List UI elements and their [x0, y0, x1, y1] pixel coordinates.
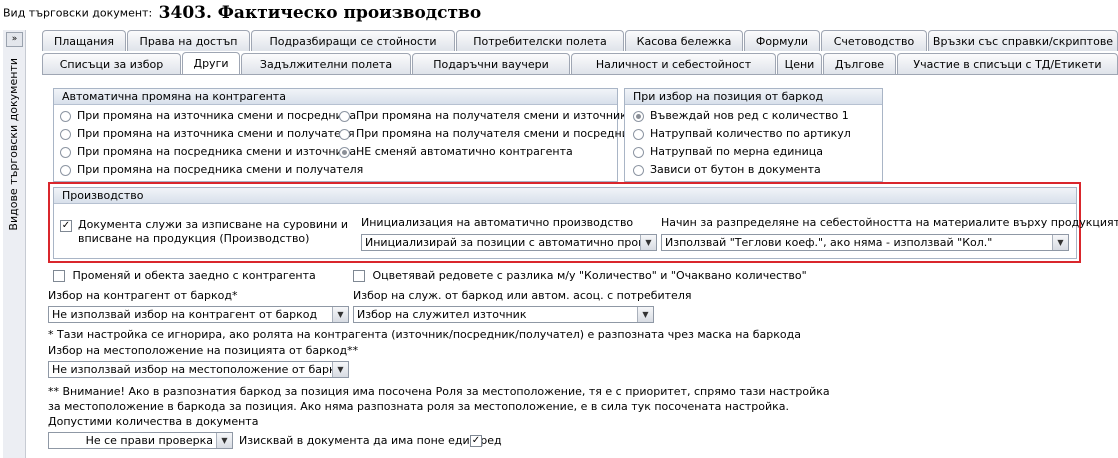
radio-receiver-change-intermediary[interactable]: При промяна на получателя смени и посред… — [339, 127, 642, 141]
document-type-label: Вид търговски документ: — [3, 6, 153, 20]
radio-icon[interactable] — [60, 164, 71, 176]
ignore-note: * Тази настройка се игнорира, ако ролята… — [48, 328, 801, 341]
radio-accumulate-by-unit[interactable]: Натрупвай по мерна единица — [633, 145, 823, 159]
document-header: Вид търговски документ: 3403. Фактическо… — [3, 3, 481, 25]
chevron-down-icon[interactable]: ▼ — [640, 235, 656, 250]
cost-distribution-select[interactable]: Използвай "Теглови коеф.", ако няма - из… — [661, 234, 1069, 251]
production-checkbox-label-1: Документа служи за изписване на суровини… — [78, 218, 348, 231]
radio-icon[interactable] — [633, 164, 644, 176]
location-barcode-select[interactable]: Не използвай избор на местоположение от … — [48, 361, 349, 378]
tab-required-fields[interactable]: Задължителни полета — [241, 53, 411, 74]
chevron-down-icon[interactable]: ▼ — [216, 433, 232, 448]
chevron-down-icon[interactable]: ▼ — [332, 362, 348, 377]
colorize-rows-checkbox[interactable] — [353, 270, 365, 282]
radio-receiver-change-source[interactable]: При промяна на получателя смени и източн… — [339, 109, 634, 123]
warning-line-1: ** Внимание! Ако в разпознатия баркод за… — [48, 385, 830, 398]
barcode-contractor-label: Избор на контрагент от баркод* — [48, 289, 238, 302]
tab-report-links[interactable]: Връзки със справки/скриптове — [928, 30, 1118, 51]
page-title: 3403. Фактическо производство — [158, 3, 482, 23]
employee-barcode-label: Избор на служ. от баркод или автом. асоц… — [353, 289, 692, 302]
group-header: Производство — [54, 188, 1076, 204]
allowed-quantities-select[interactable]: Не се прави проверка ▼ — [48, 432, 233, 449]
radio-no-auto-change[interactable]: НЕ сменяй автоматично контрагента — [339, 145, 573, 159]
radio-icon[interactable] — [633, 146, 644, 158]
tab-user-fields[interactable]: Потребителски полета — [456, 30, 624, 51]
radio-intermediary-change-source[interactable]: При промяна на посредника смени и източн… — [60, 145, 356, 159]
production-checkbox[interactable]: ✓ — [60, 220, 72, 232]
group-header: При избор на позиция от баркод — [625, 89, 882, 105]
document-types-sidebar[interactable]: » Видове търговски документи — [3, 30, 26, 458]
chevron-down-icon[interactable]: ▼ — [332, 307, 348, 322]
production-checkbox-label-2: вписване на продукция (Производство) — [78, 232, 310, 245]
cost-distribution-label: Начин за разпределяне на себестойността … — [661, 216, 1118, 229]
tab-gift-vouchers[interactable]: Подаръчни ваучери — [412, 53, 570, 74]
chevron-down-icon[interactable]: ▼ — [1052, 235, 1068, 250]
tab-prices[interactable]: Цени — [777, 53, 822, 74]
radio-source-change-receiver[interactable]: При промяна на източника смени и получат… — [60, 127, 355, 141]
barcode-contractor-select[interactable]: Не използвай избор на контрагент от барк… — [48, 306, 349, 323]
auto-production-init-label: Инициализация на автоматично производств… — [361, 216, 634, 229]
radio-icon[interactable] — [633, 128, 644, 140]
tab-cash-receipt[interactable]: Касова бележка — [625, 30, 743, 51]
change-object-checkbox[interactable] — [53, 270, 65, 282]
tab-selection-lists[interactable]: Списъци за избор — [42, 53, 181, 74]
radio-accumulate-by-item[interactable]: Натрупвай количество по артикул — [633, 127, 851, 141]
radio-new-row-qty-1[interactable]: Въвеждай нов ред с количество 1 — [633, 109, 849, 123]
radio-icon[interactable] — [339, 128, 350, 140]
tab-access-rights[interactable]: Права на достъп — [127, 30, 250, 51]
colorize-rows-row[interactable]: Оцветявай редовете с разлика м/у "Количе… — [353, 269, 807, 283]
allowed-quantities-label: Допустими количества в документа — [48, 415, 259, 428]
tab-default-values[interactable]: Подразбиращи се стойности — [251, 30, 455, 51]
group-header: Автоматична промяна на контрагента — [54, 89, 617, 105]
radio-selected-icon[interactable] — [339, 146, 350, 158]
change-object-row[interactable]: Променяй и обекта заедно с контрагента — [53, 269, 316, 283]
change-object-label: Променяй и обекта заедно с контрагента — [72, 269, 316, 282]
radio-icon[interactable] — [60, 128, 71, 140]
tab-availability-cost[interactable]: Наличност и себестойност — [571, 53, 776, 74]
radio-selected-icon[interactable] — [633, 110, 644, 122]
radio-icon[interactable] — [339, 110, 350, 122]
require-row-label: Изисквай в документа да има поне един ре… — [239, 434, 502, 447]
radio-icon[interactable] — [60, 110, 71, 122]
radio-icon[interactable] — [60, 146, 71, 158]
location-barcode-label: Избор на местоположение на позицията от … — [48, 344, 359, 357]
colorize-rows-label: Оцветявай редовете с разлика м/у "Количе… — [372, 269, 807, 282]
require-row-checkbox[interactable]: ✓ — [470, 435, 482, 447]
radio-depends-on-button[interactable]: Зависи от бутон в документа — [633, 163, 821, 177]
require-row-row[interactable]: ✓ — [470, 434, 482, 448]
expand-sidebar-button[interactable]: » — [6, 32, 23, 47]
warning-line-2: за местоположение в баркода за позиция. … — [48, 400, 790, 413]
sidebar-vertical-title: Видове търговски документи — [7, 58, 20, 231]
radio-intermediary-change-receiver[interactable]: При промяна на посредника смени и получа… — [60, 163, 363, 177]
employee-barcode-select[interactable]: Избор на служител източник ▼ — [353, 306, 654, 323]
tab-strip-border — [42, 74, 1118, 75]
chevron-down-icon[interactable]: ▼ — [637, 307, 653, 322]
tab-accounting[interactable]: Счетоводство — [821, 30, 927, 51]
tab-other[interactable]: Други — [182, 52, 240, 75]
auto-production-init-select[interactable]: Инициализирай за позиции с автоматично п… — [361, 234, 657, 251]
production-checkbox-row[interactable]: ✓ — [60, 219, 72, 233]
tab-list-participation[interactable]: Участие в списъци с ТД/Етикети — [897, 53, 1118, 74]
tab-formulas[interactable]: Формули — [744, 30, 820, 51]
tab-debts[interactable]: Дългове — [823, 53, 896, 74]
radio-source-change-intermediary[interactable]: При промяна на източника смени и посредн… — [60, 109, 356, 123]
tab-payments[interactable]: Плащания — [42, 30, 126, 51]
